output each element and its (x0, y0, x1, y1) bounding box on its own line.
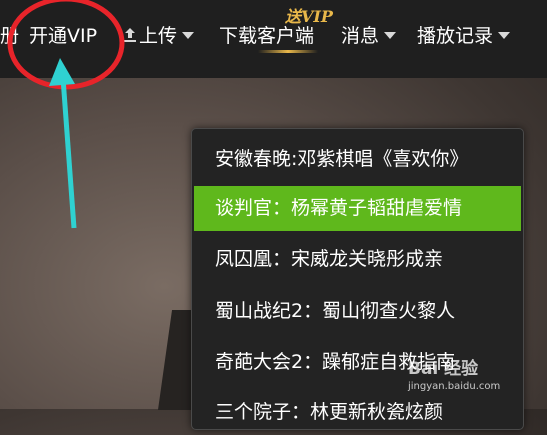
nav-item-register[interactable]: 册 (0, 22, 19, 50)
nav-item-play-history[interactable]: 播放记录 (417, 22, 511, 50)
watermark-url: jingyan.baidu.com (408, 381, 501, 392)
upload-icon (124, 28, 136, 42)
chevron-down-icon (182, 32, 195, 39)
nav-item-upload-label: 上传 (139, 25, 178, 47)
history-item[interactable]: 凤囚凰：宋威龙关晓彤成亲 (194, 237, 521, 282)
history-item[interactable]: 蜀山战纪2：蜀山彻查火黎人 (194, 289, 521, 334)
baidu-watermark: Bai 经验 (408, 359, 479, 379)
nav-item-play-history-label: 播放记录 (417, 25, 494, 47)
history-item[interactable]: 谈判官：杨幂黄子韬甜虐爱情 (194, 186, 521, 231)
nav-item-upload[interactable]: 上传 (121, 22, 195, 50)
top-navigation-bar: 册 开通VIP 上传 下载客户端 消息 播放记录 送VIP (0, 0, 547, 78)
chevron-down-icon (498, 32, 511, 39)
vip-promo-badge[interactable]: 送VIP (285, 3, 333, 27)
history-item[interactable]: 三个院子：林更新秋瓷炫颜 (194, 390, 521, 435)
nav-item-open-vip[interactable]: 开通VIP (29, 22, 97, 50)
promo-underline (258, 50, 318, 53)
annotation-arrow-shaft (60, 77, 77, 229)
chevron-down-icon (384, 32, 397, 39)
nav-item-messages-label: 消息 (341, 25, 380, 47)
history-item[interactable]: 安徽春晚:邓紫棋唱《喜欢你》 (194, 137, 521, 182)
nav-item-messages[interactable]: 消息 (341, 22, 397, 50)
